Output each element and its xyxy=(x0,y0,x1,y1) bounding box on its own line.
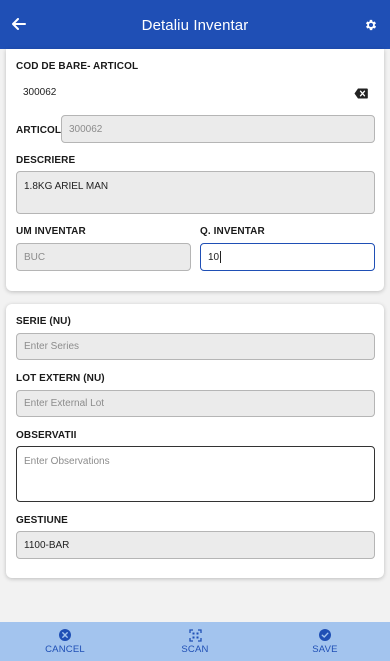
descriere-field: 1.8KG ARIEL MAN xyxy=(16,171,375,214)
articol-label: ARTICOL xyxy=(16,125,62,136)
lot-input[interactable]: Enter External Lot xyxy=(16,390,375,417)
gear-icon[interactable] xyxy=(360,14,382,36)
um-field: BUC xyxy=(16,243,191,271)
gestiune-field: 1100-BAR xyxy=(16,531,375,559)
back-arrow-icon[interactable] xyxy=(8,13,30,35)
cancel-label: CANCEL xyxy=(45,644,85,655)
save-button[interactable]: SAVE xyxy=(260,622,390,661)
barcode-label: COD DE BARE- ARTICOL xyxy=(16,61,139,72)
observatii-label: OBSERVATII xyxy=(16,430,77,441)
articol-field: 300062 xyxy=(61,115,375,143)
scan-icon xyxy=(188,628,202,642)
descriere-label: DESCRIERE xyxy=(16,155,76,166)
text-caret xyxy=(220,251,222,263)
backspace-icon[interactable] xyxy=(354,86,368,104)
check-icon xyxy=(319,628,331,642)
serie-input[interactable]: Enter Series xyxy=(16,333,375,360)
app-bar: Detaliu Inventar xyxy=(0,0,390,49)
bottom-action-bar: CANCEL SCAN SAVE xyxy=(0,622,390,661)
save-label: SAVE xyxy=(312,644,338,655)
scan-label: SCAN xyxy=(181,644,209,655)
cancel-icon xyxy=(59,628,71,642)
serie-label: SERIE (NU) xyxy=(16,316,71,327)
scan-button[interactable]: SCAN xyxy=(130,622,260,661)
page-title: Detaliu Inventar xyxy=(141,16,249,34)
qty-label: Q. INVENTAR xyxy=(200,226,265,237)
qty-input[interactable]: 10 xyxy=(200,243,375,271)
qty-input-value: 10 xyxy=(208,251,220,263)
lot-label: LOT EXTERN (NU) xyxy=(16,373,105,384)
barcode-input[interactable]: 300062 xyxy=(23,87,56,98)
gestiune-label: GESTIUNE xyxy=(16,515,68,526)
cancel-button[interactable]: CANCEL xyxy=(0,622,130,661)
um-label: UM INVENTAR xyxy=(16,226,86,237)
observatii-input[interactable]: Enter Observations xyxy=(16,446,375,502)
